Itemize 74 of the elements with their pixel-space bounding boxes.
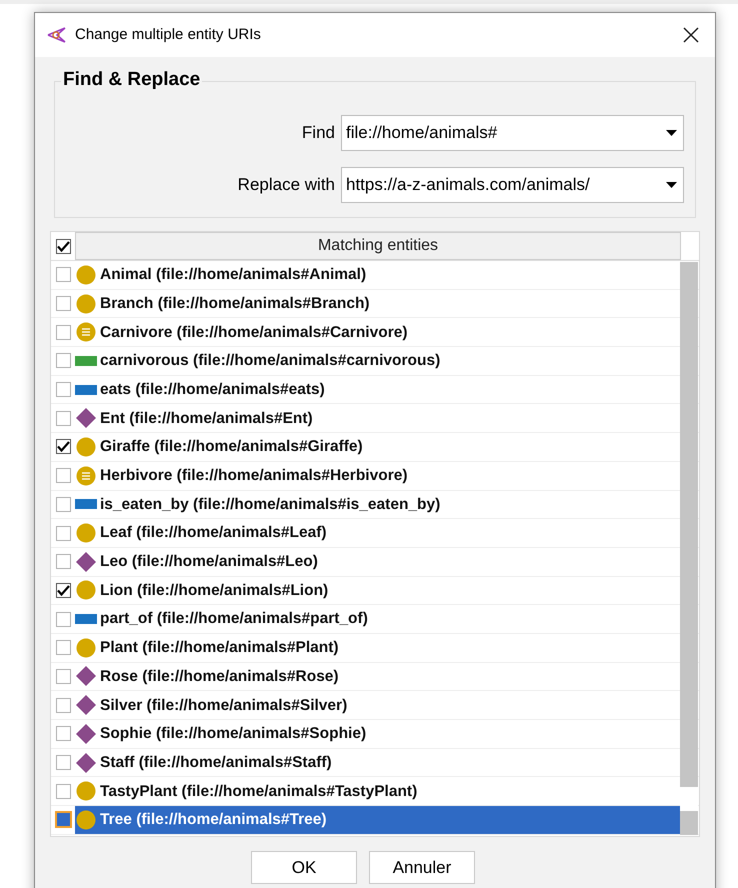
entity-row[interactable]: carnivorous (file://home/animals#carnivorous) bbox=[75, 347, 681, 375]
individual-diamond-icon bbox=[76, 552, 96, 572]
dialog-button[interactable]: Annuler bbox=[369, 851, 475, 884]
row-checkbox[interactable] bbox=[56, 267, 70, 282]
row-checkbox[interactable] bbox=[56, 755, 70, 770]
row-checkbox[interactable] bbox=[56, 612, 70, 627]
dropdown-caret-icon bbox=[666, 182, 677, 188]
object-property-icon bbox=[75, 614, 97, 624]
dialog-button[interactable]: OK bbox=[251, 851, 357, 884]
entity-row[interactable]: Plant (file://home/animals#Plant) bbox=[75, 634, 681, 662]
replace-combo[interactable]: https://a-z-animals.com/animals/ bbox=[341, 167, 684, 203]
entity-row[interactable]: Sophie (file://home/animals#Sophie) bbox=[75, 720, 681, 748]
row-checkbox[interactable] bbox=[56, 353, 70, 368]
row-checkbox[interactable] bbox=[56, 784, 70, 799]
row-checkbox[interactable] bbox=[56, 554, 70, 570]
entity-row[interactable]: Ent (file://home/animals#Ent) bbox=[75, 404, 681, 432]
class-circle-icon bbox=[76, 638, 96, 658]
row-checkbox[interactable] bbox=[56, 526, 70, 541]
entity-row[interactable]: Rose (file://home/animals#Rose) bbox=[75, 662, 681, 690]
class-circle-icon bbox=[76, 294, 96, 314]
individual-diamond-icon bbox=[76, 408, 96, 428]
entity-row[interactable]: Herbivore (file://home/animals#Herbivore) bbox=[75, 462, 681, 490]
select-all-checkbox[interactable] bbox=[56, 238, 70, 254]
column-header[interactable]: Matching entities bbox=[75, 232, 681, 260]
row-checkbox[interactable] bbox=[56, 640, 70, 656]
defined-class-icon bbox=[76, 466, 96, 486]
entity-row[interactable]: Tree (file://home/animals#Tree) bbox=[75, 806, 681, 834]
row-checkbox[interactable] bbox=[56, 439, 70, 454]
individual-diamond-icon bbox=[76, 752, 96, 773]
row-checkbox[interactable] bbox=[56, 496, 70, 512]
individual-diamond-icon bbox=[76, 666, 96, 686]
entity-row[interactable]: Branch (file://home/animals#Branch) bbox=[75, 290, 681, 318]
entity-row[interactable]: Lion (file://home/animals#Lion) bbox=[75, 576, 681, 604]
entity-row[interactable]: is_eaten_by (file://home/animals#is_eaten_by) bbox=[75, 490, 681, 518]
entity-row[interactable]: Animal (file://home/animals#Animal) bbox=[75, 261, 681, 289]
row-checkbox[interactable] bbox=[56, 382, 70, 398]
row-checkbox[interactable] bbox=[56, 468, 70, 484]
object-property-icon bbox=[75, 384, 97, 395]
entity-row[interactable]: Carnivore (file://home/animals#Carnivore) bbox=[75, 318, 681, 346]
class-circle-icon bbox=[76, 810, 96, 830]
row-checkbox[interactable] bbox=[56, 582, 70, 598]
entity-row[interactable]: Silver (file://home/animals#Silver) bbox=[75, 691, 681, 719]
entity-row[interactable]: Giraffe (file://home/animals#Giraffe) bbox=[75, 433, 681, 461]
row-checkbox[interactable] bbox=[54, 811, 72, 828]
class-circle-icon bbox=[76, 264, 96, 285]
entity-row[interactable]: Staff (file://home/animals#Staff) bbox=[75, 748, 681, 776]
row-checkbox[interactable] bbox=[56, 324, 70, 340]
data-property-icon bbox=[75, 356, 97, 366]
find-combo[interactable]: file://home/animals# bbox=[341, 115, 684, 151]
class-circle-icon bbox=[76, 781, 96, 802]
individual-diamond-icon bbox=[76, 695, 96, 716]
entity-row[interactable]: Leo (file://home/animals#Leo) bbox=[75, 548, 681, 576]
close-icon bbox=[683, 27, 699, 43]
entity-row[interactable]: Leaf (file://home/animals#Leaf) bbox=[75, 519, 681, 547]
window-title: Change multiple entity URIs bbox=[75, 24, 261, 45]
find-label: Find bbox=[300, 122, 335, 144]
object-property-icon bbox=[75, 499, 97, 510]
row-checkbox[interactable] bbox=[56, 410, 70, 426]
row-checkbox[interactable] bbox=[56, 668, 70, 684]
group-title: Find & Replace bbox=[61, 68, 202, 92]
class-circle-icon bbox=[76, 523, 96, 544]
entity-row[interactable]: TastyPlant (file://home/animals#TastyPlant) bbox=[75, 777, 681, 806]
class-circle-icon bbox=[76, 436, 96, 457]
dropdown-caret-icon bbox=[666, 130, 677, 136]
app-logo-icon bbox=[47, 26, 67, 44]
row-checkbox[interactable] bbox=[56, 726, 70, 742]
entity-row[interactable]: eats (file://home/animals#eats) bbox=[75, 376, 681, 404]
defined-class-icon bbox=[76, 322, 96, 342]
row-checkbox[interactable] bbox=[56, 698, 70, 713]
individual-diamond-icon bbox=[76, 724, 96, 744]
class-circle-icon bbox=[76, 580, 96, 600]
row-checkbox[interactable] bbox=[56, 296, 70, 312]
entity-row[interactable]: part_of (file://home/animals#part_of) bbox=[75, 605, 681, 633]
replace-label: Replace with bbox=[236, 174, 335, 196]
